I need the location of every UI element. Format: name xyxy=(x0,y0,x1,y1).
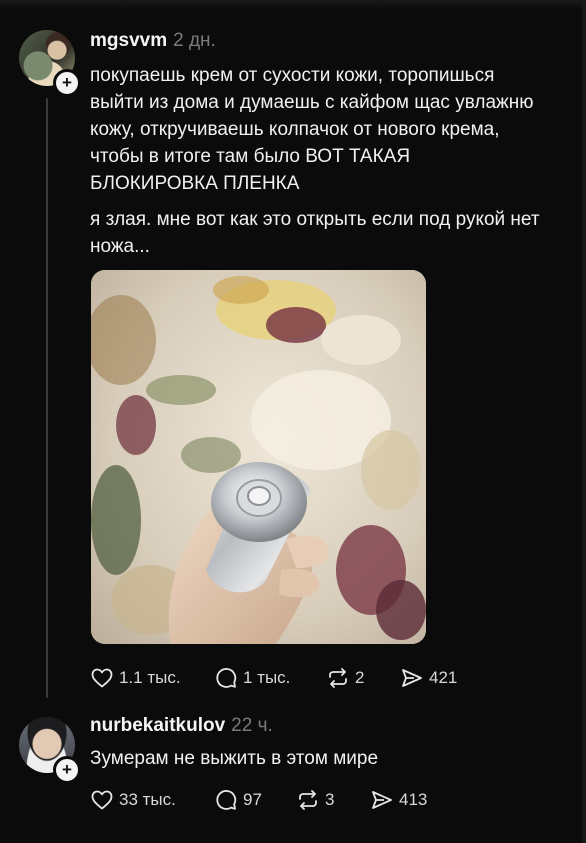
timestamp: 22 ч. xyxy=(231,715,273,736)
send-icon xyxy=(402,669,422,687)
repost-count: 3 xyxy=(325,790,335,809)
share-count: 421 xyxy=(429,668,458,687)
repost-icon xyxy=(299,790,317,810)
follow-plus-icon[interactable]: + xyxy=(53,756,81,784)
post-2-avatar-wrap[interactable]: + xyxy=(19,717,81,784)
comment-icon xyxy=(216,668,237,688)
heart-icon xyxy=(91,668,113,688)
like-button[interactable]: 33 тыс. xyxy=(90,786,176,814)
reply-button[interactable]: 97 xyxy=(214,786,262,814)
like-count: 33 тыс. xyxy=(119,790,176,809)
reply-count: 1 тыс. xyxy=(243,668,291,687)
like-count: 1.1 тыс. xyxy=(119,668,181,687)
repost-button[interactable]: 3 xyxy=(296,786,334,814)
post-1-photo[interactable] xyxy=(91,270,426,644)
repost-button[interactable]: 2 xyxy=(326,664,364,692)
share-button[interactable]: 413 xyxy=(370,786,427,814)
post-1-actions: 1.1 тыс. 1 тыс. 2 421 xyxy=(90,664,490,692)
send-icon xyxy=(372,791,392,809)
post-2-text: Зумерам не выжить в этом мире xyxy=(90,748,379,769)
post-1-author-row: mgsvvm 2 дн. xyxy=(90,30,216,52)
heart-icon xyxy=(91,790,113,810)
photo-cream-tube xyxy=(91,270,426,644)
scrollbar-track[interactable] xyxy=(582,0,586,843)
follow-plus-icon[interactable]: + xyxy=(53,69,81,97)
repost-icon xyxy=(329,668,347,688)
repost-count: 2 xyxy=(355,668,365,687)
post-2-actions: 33 тыс. 97 3 413 xyxy=(90,786,490,814)
post-1-avatar-wrap[interactable]: + xyxy=(19,30,81,97)
reply-count: 97 xyxy=(243,790,262,809)
post-2-author-row: nurbekaitkulov 22 ч. xyxy=(90,715,273,737)
top-edge xyxy=(0,0,586,10)
username[interactable]: nurbekaitkulov xyxy=(90,715,225,736)
post-1-text-2: я злая. мне вот как это открыть если под… xyxy=(90,209,540,257)
share-count: 413 xyxy=(399,790,428,809)
feed-screen: + mgsvvm 2 дн. покупаешь крем от сухости … xyxy=(0,0,586,843)
timestamp: 2 дн. xyxy=(173,30,216,51)
post-1-text: покупаешь крем от сухости кожи, торопишь… xyxy=(90,65,534,194)
comment-icon xyxy=(216,790,237,810)
reply-button[interactable]: 1 тыс. xyxy=(214,664,290,692)
thread-line xyxy=(46,98,48,698)
like-button[interactable]: 1.1 тыс. xyxy=(90,664,181,692)
username[interactable]: mgsvvm xyxy=(90,30,167,51)
share-button[interactable]: 421 xyxy=(400,664,457,692)
